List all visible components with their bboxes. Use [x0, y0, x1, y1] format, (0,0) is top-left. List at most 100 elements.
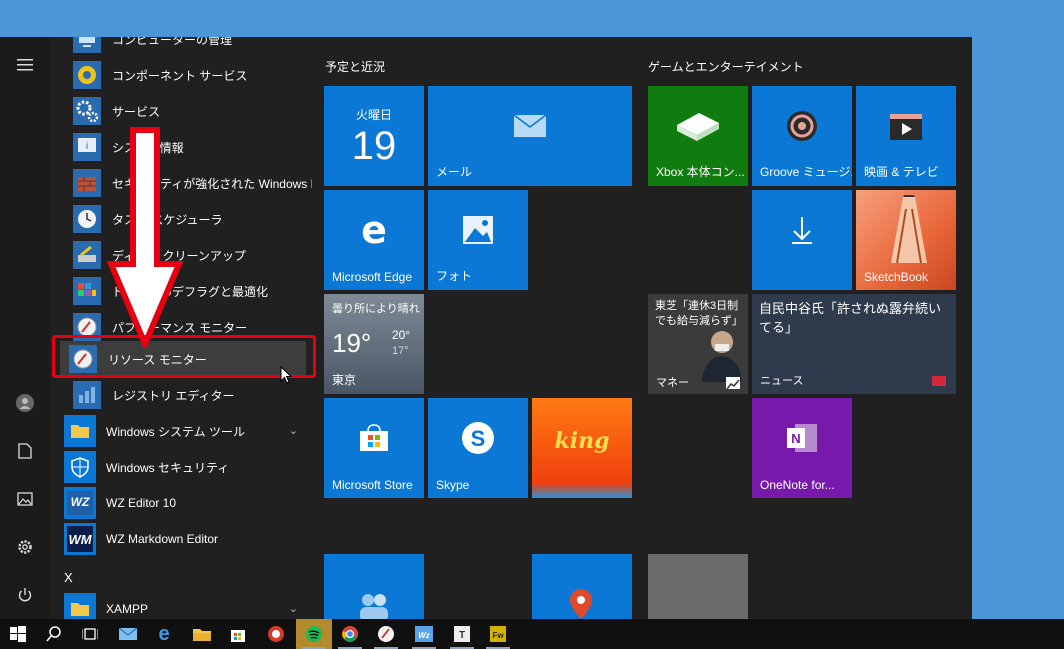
- app-item-component-services[interactable]: コンポーネント サービス: [64, 57, 310, 93]
- weather-low: 17°: [392, 345, 409, 357]
- app-label: コンポーネント サービス: [112, 68, 248, 83]
- taskbar-resource-monitor[interactable]: [368, 619, 404, 649]
- weather-high: 20°: [392, 328, 411, 342]
- svg-text:WZ: WZ: [71, 495, 90, 509]
- tile-label: Microsoft Edge: [332, 270, 413, 284]
- hamburger-menu-button[interactable]: [0, 43, 50, 87]
- power-icon: [18, 588, 32, 602]
- store-bag-icon: [231, 630, 245, 642]
- chevron-down-icon[interactable]: ⌄: [289, 602, 298, 615]
- weather-condition: 曇り所により晴れ: [332, 303, 420, 315]
- documents-button[interactable]: [0, 429, 50, 473]
- folder-windows-system-tools[interactable]: Windows システム ツール ⌄: [64, 413, 310, 449]
- app-item-computer-management[interactable]: コンピューターの管理: [64, 37, 310, 57]
- tile-blank[interactable]: [648, 554, 748, 619]
- tile-people[interactable]: [324, 554, 424, 619]
- tile-money[interactable]: 東芝「連休3日制でも給与減らず」 マネー: [648, 294, 748, 394]
- mouse-cursor-icon: [280, 366, 293, 384]
- chevron-down-icon[interactable]: ⌄: [289, 424, 298, 437]
- task-view-button[interactable]: [72, 619, 108, 649]
- taskbar-typora[interactable]: T: [444, 619, 480, 649]
- app-item-wz-markdown-editor[interactable]: WM WZ Markdown Editor: [64, 521, 310, 557]
- tile-movies-tv[interactable]: 映画 & テレビ: [856, 86, 956, 186]
- svg-text:S: S: [471, 426, 486, 451]
- tile-onenote[interactable]: N OneNote for...: [752, 398, 852, 498]
- search-button[interactable]: [36, 619, 72, 649]
- calendar-day: 19: [351, 124, 397, 168]
- tile-groove-music[interactable]: Groove ミュージ...: [752, 86, 852, 186]
- taskbar: e Wz T Fw: [0, 619, 1064, 649]
- money-label: マネー: [656, 377, 689, 389]
- tile-king-game[interactable]: king: [532, 398, 632, 498]
- section-letter-x[interactable]: X: [64, 570, 73, 585]
- wz-markdown-icon: WM: [64, 523, 96, 555]
- app-item-registry-editor[interactable]: レジストリ エディター: [64, 377, 310, 413]
- svg-text:Fw: Fw: [492, 631, 504, 640]
- app-label: コンピューターの管理: [112, 37, 233, 47]
- tile-news[interactable]: 自民中谷氏「許されぬ露弁続いてる」 ニュース: [752, 294, 956, 394]
- app-item-windows-security[interactable]: Windows セキュリティ: [64, 449, 310, 485]
- app-item-wz-editor-10[interactable]: WZ WZ Editor 10: [64, 485, 310, 521]
- taskbar-snipping[interactable]: [258, 619, 294, 649]
- news-icon: [932, 376, 946, 386]
- tile-skype[interactable]: S Skype: [428, 398, 528, 498]
- system-information-icon: i: [72, 132, 102, 162]
- clock-icon: [72, 204, 102, 234]
- tile-calendar[interactable]: 火曜日 19: [324, 86, 424, 186]
- folder-icon: [64, 593, 96, 619]
- news-photo: [698, 322, 746, 382]
- app-item-windows-defender-firewall[interactable]: セキュリティが強化された Windows De...: [64, 165, 312, 201]
- wz-editor-icon: Wz: [415, 626, 433, 642]
- pictures-button[interactable]: [0, 477, 50, 521]
- edge-icon: e: [158, 622, 170, 645]
- tile-label: SketchBook: [864, 270, 929, 284]
- group-header-entertainment[interactable]: ゲームとエンターテイメント: [648, 58, 804, 75]
- tile-download[interactable]: [752, 190, 852, 290]
- notepad-icon: T: [454, 626, 470, 642]
- tile-store[interactable]: Microsoft Store: [324, 398, 424, 498]
- app-label: レジストリ エディター: [112, 388, 235, 403]
- taskbar-edge[interactable]: e: [146, 619, 182, 649]
- settings-button[interactable]: [0, 525, 50, 569]
- power-button[interactable]: [0, 573, 50, 617]
- taskbar-chrome[interactable]: [332, 619, 368, 649]
- highlight-box: [52, 335, 316, 378]
- svg-text:N: N: [791, 431, 800, 446]
- tile-sketchbook[interactable]: SketchBook: [856, 190, 956, 290]
- tile-label: Skype: [436, 478, 470, 492]
- taskbar-wz-editor[interactable]: Wz: [406, 619, 442, 649]
- xbox-console-icon: [677, 113, 719, 141]
- picture-icon: [17, 492, 33, 506]
- group-header-schedule[interactable]: 予定と近況: [325, 58, 385, 75]
- groove-music-icon: [787, 111, 817, 141]
- taskbar-spotify[interactable]: [296, 619, 332, 649]
- tile-xbox-console-companion[interactable]: Xbox 本体コン...: [648, 86, 748, 186]
- taskbar-mail[interactable]: [110, 619, 146, 649]
- taskbar-store[interactable]: [220, 619, 256, 649]
- tile-photos[interactable]: フォト: [428, 190, 528, 290]
- tile-weather[interactable]: 曇り所により晴れ 19° 20° 17° 東京: [324, 294, 424, 394]
- tile-edge[interactable]: e Microsoft Edge: [324, 190, 424, 290]
- money-headline: 東芝「連休3日制でも給与減らず」: [655, 300, 743, 327]
- app-label: Windows セキュリティ: [106, 460, 230, 475]
- tile-maps[interactable]: [532, 554, 632, 619]
- disk-cleanup-icon: [72, 240, 102, 270]
- onenote-icon: N: [787, 424, 817, 452]
- taskbar-explorer[interactable]: [184, 619, 220, 649]
- app-item-system-information[interactable]: i システム情報: [64, 129, 310, 165]
- tile-mail[interactable]: メール: [428, 86, 632, 186]
- user-account-button[interactable]: [0, 381, 50, 425]
- app-item-disk-cleanup[interactable]: ディスク クリーンアップ: [64, 237, 310, 273]
- tile-label: Groove ミュージ...: [760, 165, 852, 179]
- folder-xampp[interactable]: XAMPP ⌄: [64, 591, 310, 619]
- services-gear-icon: [72, 96, 102, 126]
- gear-icon: [18, 540, 32, 554]
- resource-monitor-icon: [378, 626, 394, 642]
- app-item-services[interactable]: サービス: [64, 93, 310, 129]
- tile-label: 映画 & テレビ: [864, 165, 939, 179]
- defrag-icon: [72, 276, 102, 306]
- app-item-task-scheduler[interactable]: タスク スケジューラ: [64, 201, 310, 237]
- app-item-defrag[interactable]: ドライブのデフラグと最適化: [64, 273, 310, 309]
- start-button[interactable]: [0, 619, 36, 649]
- taskbar-fireworks[interactable]: Fw: [480, 619, 516, 649]
